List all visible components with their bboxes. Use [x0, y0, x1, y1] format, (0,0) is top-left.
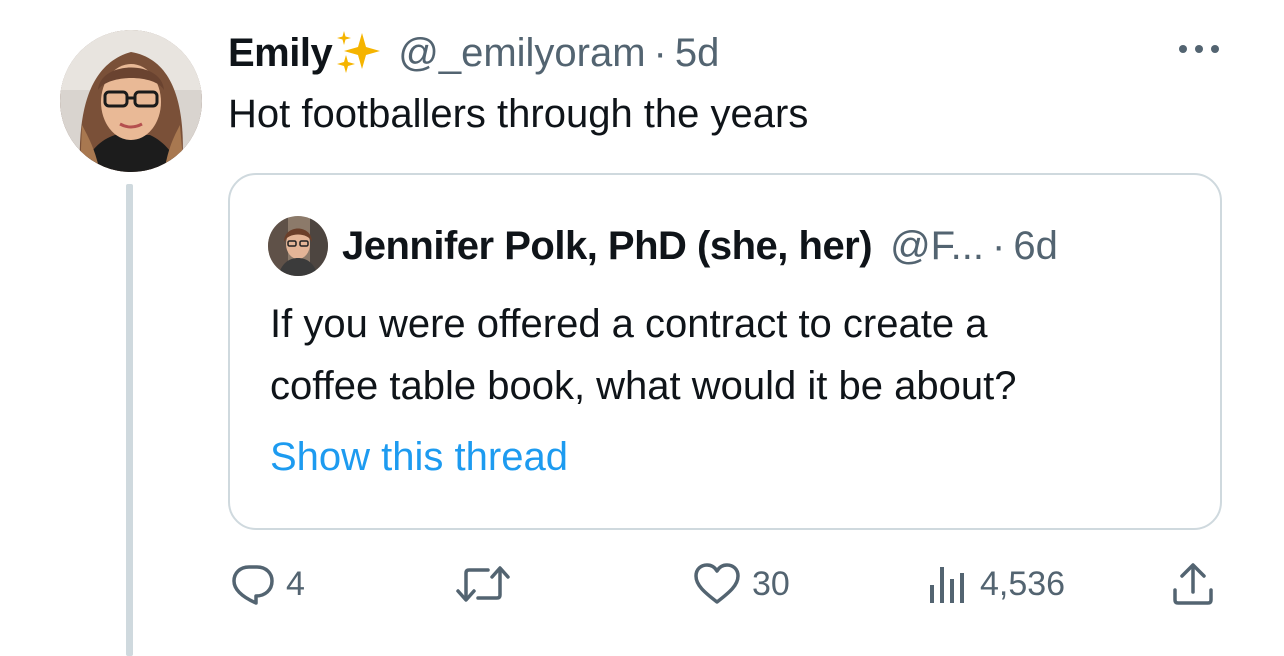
quoted-separator-dot: · — [992, 223, 1006, 268]
retweet-icon — [454, 561, 512, 607]
share-button[interactable] — [1170, 556, 1216, 612]
tweet-text: Hot footballers through the years — [228, 92, 809, 136]
quoted-display-name[interactable]: Jennifer Polk, PhD (she, her) — [342, 224, 873, 269]
views-icon — [926, 561, 970, 607]
reply-icon — [230, 561, 276, 607]
like-button[interactable]: 30 — [692, 556, 790, 612]
quoted-text-line: If you were offered a contract to create… — [270, 302, 988, 346]
reply-count: 4 — [286, 564, 305, 603]
show-thread-link[interactable]: Show this thread — [270, 435, 568, 480]
retweet-button[interactable] — [454, 556, 512, 612]
views-button[interactable]: 4,536 — [926, 556, 1065, 612]
display-name[interactable]: Emily — [228, 31, 333, 76]
action-bar: 4 30 4,536 — [228, 556, 1222, 612]
avatar-image — [60, 30, 202, 172]
timestamp[interactable]: 5d — [675, 31, 720, 76]
share-icon — [1170, 560, 1216, 608]
handle[interactable]: @_emilyoram — [398, 31, 645, 76]
quoted-handle[interactable]: @F... — [890, 224, 984, 269]
quoted-tweet-card[interactable]: Jennifer Polk, PhD (she, her) @F... · 6d… — [228, 173, 1222, 530]
heart-icon — [692, 561, 742, 607]
reply-button[interactable]: 4 — [230, 556, 305, 612]
quoted-avatar — [268, 216, 328, 276]
quoted-tweet-text: If you were offered a contract to create… — [270, 293, 1016, 417]
more-options-icon[interactable] — [1176, 40, 1222, 58]
views-count: 4,536 — [980, 564, 1066, 603]
quoted-timestamp[interactable]: 6d — [1013, 224, 1058, 269]
thread-line — [126, 184, 133, 656]
sparkles-icon — [334, 29, 382, 77]
quoted-text-line: coffee table book, what would it be abou… — [270, 364, 1017, 408]
like-count: 30 — [752, 564, 790, 603]
tweet-header: Emily @_emilyoram · 5d — [228, 26, 719, 80]
quoted-tweet-header: Jennifer Polk, PhD (she, her) @F... · 6d — [268, 215, 1058, 277]
separator-dot: · — [653, 30, 667, 75]
avatar[interactable] — [60, 30, 202, 172]
